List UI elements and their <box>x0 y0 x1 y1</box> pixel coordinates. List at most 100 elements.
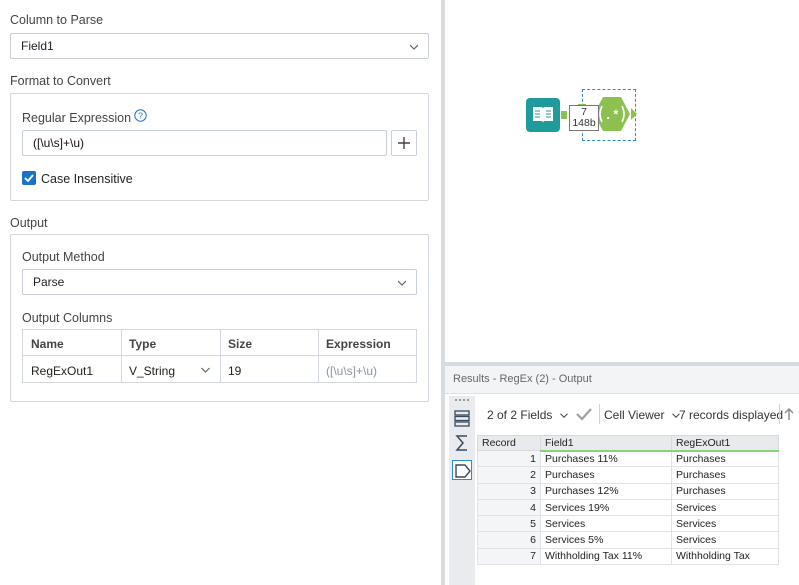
chevron-down-icon <box>410 44 418 50</box>
cell-expression: ([\u\s]+\u) <box>326 364 378 378</box>
output-columns-label: Output Columns <box>22 311 113 325</box>
col-header-size: Size <box>228 337 253 351</box>
results-title: Results - RegEx (2) - Output <box>453 373 592 385</box>
cell-record[interactable]: 7 <box>477 547 541 566</box>
cell-viewer-label: Cell Viewer <box>604 408 665 422</box>
results-window: Results - RegEx (2) - Output 2 of 2 Fiel… <box>445 366 799 585</box>
cell-regexout1[interactable]: Services <box>671 515 779 533</box>
cell-regexout1[interactable]: Withholding Tax <box>671 547 779 566</box>
plus-icon <box>398 137 410 149</box>
output-group: Output Method Parse Output Columns Name … <box>10 234 429 402</box>
table-row[interactable]: 5 Services Services <box>477 515 779 533</box>
col-separator <box>220 330 221 356</box>
cell-viewer-button[interactable]: Cell Viewer <box>604 408 680 422</box>
table-row[interactable]: 2 Purchases Purchases <box>477 466 779 484</box>
output-anchor[interactable] <box>561 111 567 119</box>
col-header-expression: Expression <box>326 337 391 351</box>
cell-type[interactable]: V_String <box>129 364 175 378</box>
up-arrow-icon[interactable] <box>784 407 794 421</box>
regex-input-value: ([\u\s]+\u) <box>33 136 85 150</box>
chevron-down-icon[interactable] <box>201 366 210 374</box>
cell-record[interactable]: 4 <box>477 498 541 517</box>
input-data-tool[interactable] <box>526 98 560 132</box>
table-row[interactable]: 7 Withholding Tax 11% Withholding Tax <box>477 547 779 566</box>
col-separator <box>318 330 319 356</box>
regex-input[interactable]: ([\u\s]+\u) <box>22 130 387 156</box>
cell-field1[interactable]: Services <box>540 515 672 533</box>
sigma-icon[interactable] <box>452 433 472 453</box>
cell-field1[interactable]: Withholding Tax 11% <box>540 547 672 566</box>
regex-label: Regular Expression <box>22 111 132 125</box>
output-columns-row[interactable]: RegExOut1 V_String 19 ([\u\s]+\u) <box>23 356 416 382</box>
check-icon <box>24 174 34 183</box>
results-titlebar: Results - RegEx (2) - Output <box>445 366 799 394</box>
fields-selector[interactable]: 2 of 2 Fields <box>487 408 568 422</box>
table-view-icon[interactable] <box>452 408 472 428</box>
cell-name[interactable]: RegExOut1 <box>31 364 93 378</box>
data-size: 148b <box>572 117 596 129</box>
checkmark-icon[interactable] <box>576 407 592 421</box>
table-row[interactable]: 6 Services 5% Services <box>477 531 779 549</box>
header-regexout1[interactable]: RegExOut1 <box>671 435 779 452</box>
workflow-canvas[interactable]: .* 7 148b <box>445 0 799 362</box>
cell-field1[interactable]: Purchases 11% <box>540 449 672 468</box>
cell-record[interactable]: 3 <box>477 482 541 500</box>
help-icon[interactable]: ? <box>134 109 147 122</box>
records-displayed: 7 records displayed <box>679 408 784 422</box>
column-to-parse-label: Column to Parse <box>10 13 104 27</box>
format-to-convert-label: Format to Convert <box>10 74 111 88</box>
tag-icon <box>455 464 471 478</box>
cell-field1[interactable]: Services 19% <box>540 498 672 517</box>
results-header-row: Record Field1 RegExOut1 <box>477 435 779 452</box>
col-separator <box>220 356 221 382</box>
chevron-down-icon <box>398 280 406 286</box>
cell-regexout1[interactable]: Services <box>671 498 779 517</box>
table-row[interactable]: 3 Purchases 12% Purchases <box>477 482 779 500</box>
cell-regexout1[interactable]: Purchases <box>671 482 779 500</box>
table-row[interactable]: 4 Services 19% Services <box>477 498 779 517</box>
column-to-parse-value: Field1 <box>21 39 54 53</box>
output-method-label: Output Method <box>22 250 105 264</box>
case-insensitive-checkbox[interactable] <box>22 171 36 185</box>
col-separator <box>318 356 319 382</box>
configuration-panel: Column to Parse Field1 Format to Convert… <box>0 0 441 585</box>
cell-field1[interactable]: Services 5% <box>540 531 672 549</box>
cell-regexout1[interactable]: Purchases <box>671 466 779 484</box>
cell-record[interactable]: 1 <box>477 449 541 468</box>
col-separator <box>121 330 122 356</box>
cell-field1[interactable]: Purchases 12% <box>540 482 672 500</box>
add-expression-button[interactable] <box>391 130 417 156</box>
results-grid-body: 1 Purchases 11% Purchases 2 Purchases Purchas… <box>477 449 779 566</box>
toolbar-separator <box>599 404 600 424</box>
svg-text:?: ? <box>138 111 143 121</box>
col-header-type: Type <box>129 337 157 351</box>
case-insensitive-label: Case Insensitive <box>41 172 133 186</box>
drag-handle-icon[interactable] <box>455 399 469 401</box>
results-side-rail <box>449 396 475 585</box>
table-row[interactable]: 1 Purchases 11% Purchases <box>477 449 779 468</box>
header-record[interactable]: Record <box>477 435 541 451</box>
connection-label: 7 148b <box>569 105 599 131</box>
book-icon <box>533 107 553 123</box>
cell-record[interactable]: 2 <box>477 466 541 484</box>
header-field1[interactable]: Field1 <box>540 435 672 452</box>
output-columns-table: Name Type Size Expression RegExOut1 V_St… <box>22 329 417 383</box>
output-method-select[interactable]: Parse <box>22 269 417 295</box>
metadata-tab[interactable] <box>452 460 472 480</box>
cell-record[interactable]: 6 <box>477 531 541 549</box>
output-method-value: Parse <box>33 275 65 289</box>
toolbar-separator <box>779 404 780 424</box>
cell-regexout1[interactable]: Services <box>671 531 779 549</box>
svg-text:.*: .* <box>604 108 620 123</box>
fields-label: 2 of 2 Fields <box>487 408 553 422</box>
cell-size[interactable]: 19 <box>228 364 241 378</box>
format-group: Regular Expression ? ([\u\s]+\u) Case In… <box>10 93 429 201</box>
column-to-parse-select[interactable]: Field1 <box>10 33 429 59</box>
col-header-name: Name <box>31 337 64 351</box>
cell-field1[interactable]: Purchases <box>540 466 672 484</box>
cell-regexout1[interactable]: Purchases <box>671 449 779 468</box>
chevron-down-icon <box>559 413 568 418</box>
col-separator <box>121 356 122 382</box>
cell-record[interactable]: 5 <box>477 515 541 533</box>
results-grid: Record Field1 RegExOut1 1 Purchases 11% Pu… <box>477 435 779 566</box>
